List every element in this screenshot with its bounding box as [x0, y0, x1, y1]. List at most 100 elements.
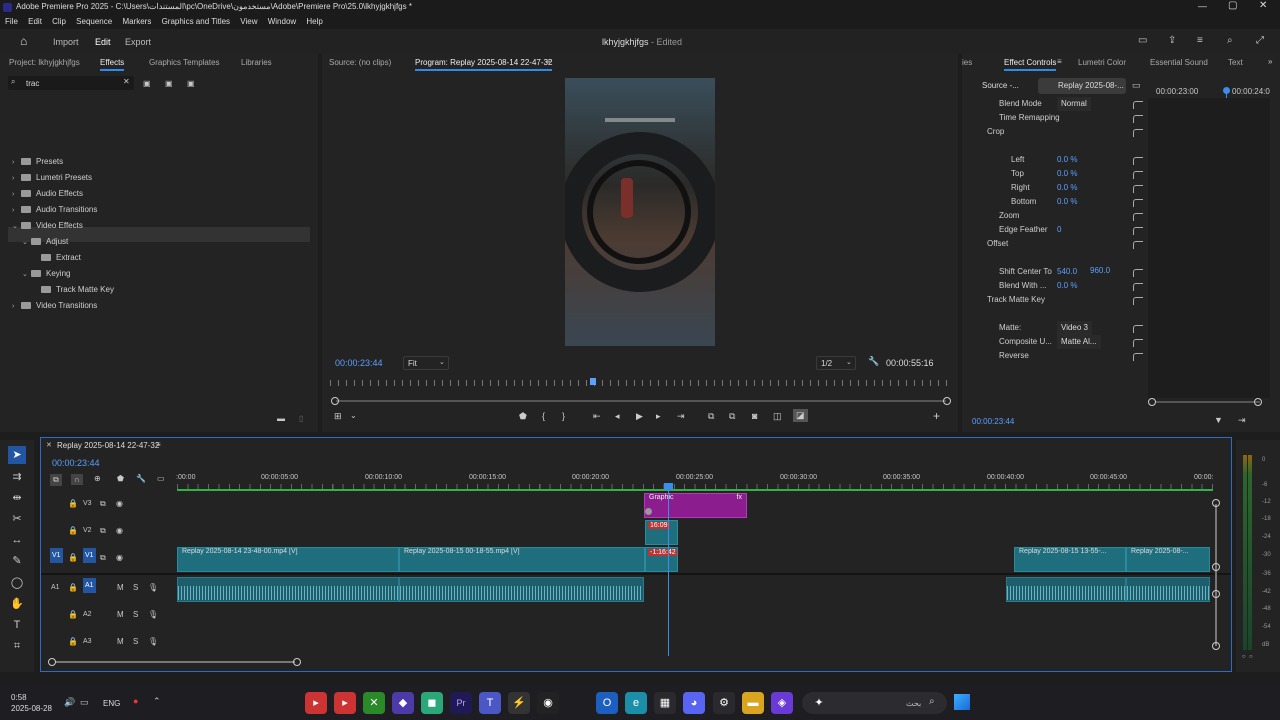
lock-icon[interactable]: 🔒 [68, 526, 78, 535]
reset-icon[interactable] [1133, 227, 1143, 235]
track-label[interactable]: A3 [83, 638, 92, 645]
tab-libraries[interactable]: Libraries [241, 58, 272, 67]
search-icon[interactable]: ⌕ [1227, 35, 1233, 46]
solo-button[interactable]: S [133, 583, 138, 592]
reset-icon[interactable] [1133, 353, 1143, 361]
reset-icon[interactable] [1133, 157, 1143, 165]
chevron-right-icon[interactable]: › [12, 187, 21, 203]
tab-lumetri-color[interactable]: Lumetri Color [1078, 58, 1126, 67]
track-select-icon[interactable]: ⇉ [8, 468, 26, 486]
reset-icon[interactable] [1133, 241, 1143, 249]
fullscreen-icon[interactable]: ⤢ [1256, 35, 1264, 46]
tree-item[interactable]: Extract [4, 250, 310, 266]
chevron-right-icon[interactable]: › [12, 155, 21, 171]
tab-project[interactable]: Project: lkhyjgkhjfgs [9, 58, 80, 67]
chevron-right-icon[interactable]: › [12, 171, 21, 187]
audio-icon[interactable]: 🔊 [64, 697, 75, 708]
eye-icon[interactable]: ◉ [116, 499, 123, 508]
graphic-clip[interactable]: Graphic fx [644, 493, 747, 518]
app-icon-1[interactable]: ▸ [305, 692, 327, 714]
effect-control-row[interactable]: Reverse [975, 349, 1150, 363]
tree-item[interactable]: ⌄ Adjust [4, 234, 310, 250]
timeline-playhead[interactable] [668, 484, 669, 656]
wrench-icon[interactable]: 🔧 [868, 356, 879, 367]
ripple-edit-icon[interactable]: ⇹ [8, 489, 26, 507]
reset-icon[interactable] [1133, 115, 1143, 123]
chevron-up-icon[interactable]: ⌃ [153, 696, 161, 707]
menu-help[interactable]: Help [306, 15, 322, 29]
track-label[interactable]: A2 [83, 611, 92, 618]
v1-clip-1[interactable]: Replay 2025-08-14 23-48-00.mp4 [V] [177, 547, 399, 572]
eye-icon[interactable]: ◉ [116, 553, 123, 562]
mic-icon[interactable]: ● [133, 696, 138, 706]
h-scroll-right[interactable] [293, 658, 301, 666]
mute-button[interactable]: M [117, 610, 124, 619]
add-button-icon[interactable]: + [933, 409, 940, 423]
chevron-down-icon[interactable]: ⌄ [22, 267, 31, 283]
tab-effects[interactable]: Effects [100, 58, 125, 71]
new-bin-icon[interactable]: ▬ [277, 414, 285, 423]
mute-button[interactable]: M [117, 583, 124, 592]
app-icon-8[interactable]: ⚡ [508, 692, 530, 714]
more-tabs-icon[interactable]: » [1268, 57, 1272, 66]
effect-control-value[interactable]: 0.0 % [1057, 153, 1077, 167]
a1-clip-1[interactable] [177, 577, 399, 602]
lock-icon[interactable]: 🔒 [68, 637, 78, 646]
reset-icon[interactable] [1133, 339, 1143, 347]
ruler-ticks[interactable] [177, 484, 1213, 489]
export-frames-icon[interactable]: ⇥ [1238, 415, 1246, 426]
h-scroll-bar[interactable] [55, 661, 295, 663]
source-patch-a1[interactable]: A1 [51, 584, 60, 591]
menu-view[interactable]: View [240, 15, 257, 29]
effect-control-value[interactable]: 0.0 % [1057, 167, 1077, 181]
v2-clip[interactable]: 16:09 [645, 520, 678, 545]
safe-margins-icon[interactable]: ⊞ [334, 411, 342, 422]
effect-control-value[interactable]: 0 [1057, 223, 1061, 237]
edge-icon[interactable]: e [625, 692, 647, 714]
mic-icon[interactable]: 🎙 [148, 583, 158, 592]
effect-control-row[interactable]: Time Remapping [975, 111, 1150, 125]
start-icon[interactable] [954, 694, 970, 710]
teams-icon[interactable]: T [479, 692, 501, 714]
menu-graphics[interactable]: Graphics and Titles [162, 15, 230, 29]
chevron-right-icon[interactable]: › [12, 299, 21, 315]
linked-selection-icon[interactable]: ⊕ [94, 474, 101, 483]
copilot-icon[interactable]: ◈ [771, 692, 793, 714]
track-label[interactable]: V3 [83, 500, 92, 507]
tree-item[interactable]: › Lumetri Presets [4, 170, 310, 186]
tab-ies[interactable]: ies [962, 58, 972, 67]
source-patch-v1[interactable]: V1 [50, 548, 63, 563]
filter-icon[interactable]: ▼ [1214, 415, 1223, 425]
reset-icon[interactable] [1133, 269, 1143, 277]
tree-item[interactable]: › Audio Transitions [4, 202, 310, 218]
v1-clip-4[interactable]: Replay 2025-08-15 13-55-... [1014, 547, 1126, 572]
chevron-right-icon[interactable]: › [12, 203, 21, 219]
step-back-icon[interactable]: ◂ [615, 411, 620, 422]
caption-tool-icon[interactable]: ⌗ [8, 637, 26, 655]
compare-icon[interactable]: ◫ [773, 411, 782, 422]
mute-button[interactable]: M [117, 637, 124, 646]
resolution-dropdown[interactable]: 1/2 ⌄ [816, 356, 856, 370]
app-icon-5[interactable]: ◼ [421, 692, 443, 714]
effect-control-row[interactable]: Offset [975, 237, 1150, 251]
sync-lock-icon[interactable]: ⧉ [100, 526, 106, 536]
network-icon[interactable]: ▭ [80, 697, 89, 708]
search-input[interactable]: trac [26, 79, 39, 88]
v-scroll-bottom[interactable] [1212, 642, 1220, 650]
xbox-icon[interactable]: ✕ [363, 692, 385, 714]
effect-control-value[interactable]: 0.0 % [1057, 195, 1077, 209]
effect-control-row[interactable]: Bottom 0.0 % [975, 195, 1150, 209]
mic-icon[interactable]: 🎙 [148, 637, 158, 646]
h-scroll-left[interactable] [48, 658, 56, 666]
v-scroll-bar[interactable] [1215, 504, 1217, 646]
zoom-handle-left[interactable] [331, 397, 339, 405]
lock-icon[interactable]: 🔒 [68, 583, 78, 592]
pen-tool-icon[interactable]: ✎ [8, 552, 26, 570]
tab-effect-controls[interactable]: Effect Controls [1004, 58, 1057, 71]
outlook-icon[interactable]: O [596, 692, 618, 714]
captions-icon[interactable]: ▭ [157, 474, 165, 483]
chevron-down-icon[interactable]: ⌄ [12, 219, 21, 235]
selection-tool-icon[interactable]: ➤ [8, 446, 26, 464]
v1-clip-3[interactable]: -1:16:42 [645, 547, 678, 572]
chevron-down-icon[interactable]: ⌄ [350, 411, 357, 420]
